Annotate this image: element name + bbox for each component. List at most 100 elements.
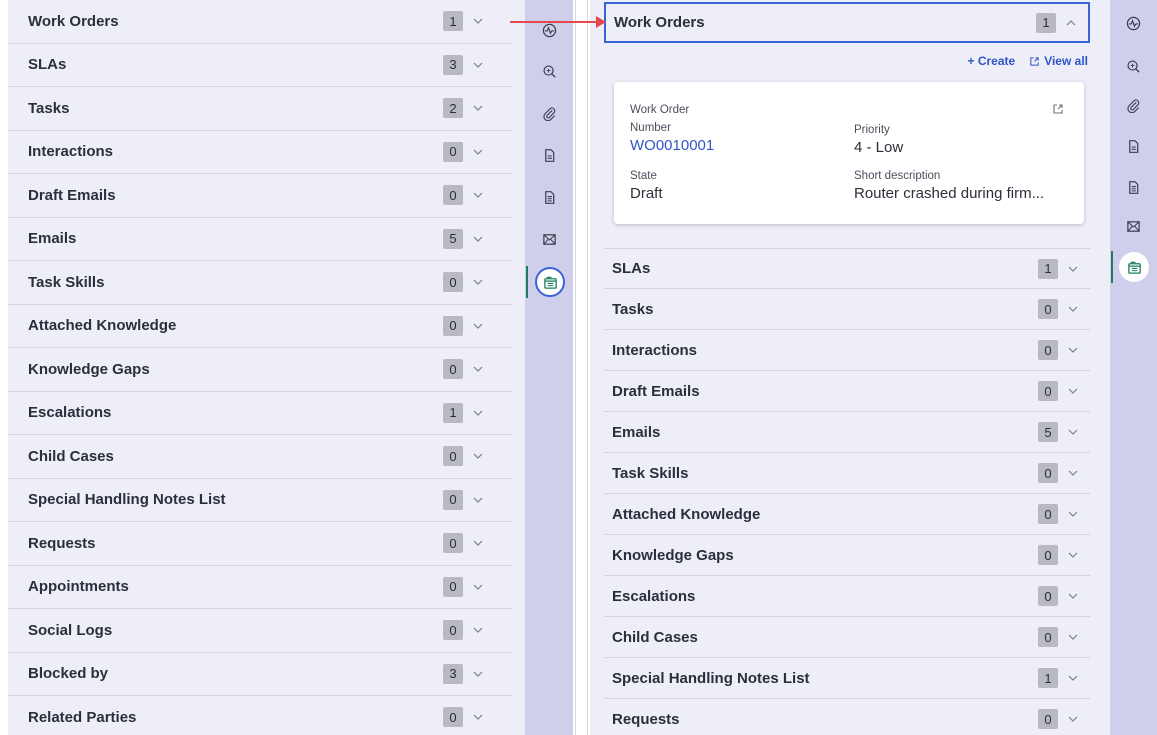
chevron-down-icon[interactable]: [1066, 262, 1080, 276]
list-item-label: Work Orders: [28, 12, 119, 30]
chevron-down-icon[interactable]: [471, 493, 485, 507]
chevron-down-icon[interactable]: [1066, 384, 1080, 398]
list-item-blocked-by[interactable]: Blocked by 3: [8, 653, 513, 696]
chevron-down-icon[interactable]: [471, 101, 485, 115]
count-badge: 0: [443, 576, 463, 597]
list-item-attached-knowledge[interactable]: Attached Knowledge 0: [8, 305, 513, 348]
records-icon[interactable]: [1119, 252, 1149, 282]
document-lines-icon[interactable]: [1124, 178, 1142, 196]
chevron-down-icon[interactable]: [1066, 712, 1080, 726]
chevron-down-icon[interactable]: [471, 362, 485, 376]
list-item-draft-emails[interactable]: Draft Emails 0: [8, 174, 513, 218]
chevron-down-icon[interactable]: [1066, 630, 1080, 644]
work-orders-actions: + Create View all: [967, 54, 1088, 68]
document-icon[interactable]: [540, 146, 558, 164]
chevron-down-icon[interactable]: [1066, 507, 1080, 521]
work-order-card[interactable]: Work Order Number WO0010001 Priority 4 -…: [614, 82, 1084, 224]
view-all-label: View all: [1044, 54, 1088, 68]
list-item-escalations[interactable]: Escalations 1: [8, 392, 513, 435]
list-item-requests[interactable]: Requests 0: [8, 522, 513, 566]
chevron-down-icon[interactable]: [471, 58, 485, 72]
list-item-task-skills[interactable]: Task Skills 0: [8, 261, 513, 305]
list-item-knowledge-gaps[interactable]: Knowledge Gaps 0: [8, 348, 513, 392]
right-contextual-sidebar: [1110, 0, 1157, 735]
list-item-interactions[interactable]: Interactions 0: [604, 330, 1090, 371]
chevron-down-icon[interactable]: [1066, 589, 1080, 603]
list-item-emails[interactable]: Emails 5: [8, 218, 513, 261]
left-related-list: Work Orders 1 SLAs 3 Tasks 2 Interactions 0 …: [8, 0, 525, 735]
list-item-attached-knowledge[interactable]: Attached Knowledge 0: [604, 494, 1090, 535]
external-link-icon[interactable]: [1052, 102, 1064, 114]
chevron-down-icon[interactable]: [1066, 671, 1080, 685]
records-icon[interactable]: [535, 267, 565, 297]
count-badge: 3: [443, 663, 463, 684]
chevron-down-icon[interactable]: [1066, 548, 1080, 562]
screenshot-stage: Work Orders 1 SLAs 3 Tasks 2 Interactions 0 …: [0, 0, 1157, 735]
view-all-link[interactable]: View all: [1029, 54, 1088, 68]
list-item-label: Child Cases: [28, 447, 114, 465]
chevron-down-icon[interactable]: [471, 319, 485, 333]
attachment-icon[interactable]: [1124, 96, 1142, 114]
list-item-related-parties[interactable]: Related Parties 0: [8, 696, 513, 735]
email-icon[interactable]: [540, 230, 558, 248]
list-item-special-handling-notes[interactable]: Special Handling Notes List 0: [8, 479, 513, 522]
active-indicator: [1111, 251, 1113, 283]
list-item-label: Requests: [28, 534, 96, 552]
list-item-task-skills[interactable]: Task Skills 0: [604, 453, 1090, 494]
chevron-down-icon[interactable]: [471, 14, 485, 28]
email-icon[interactable]: [1124, 217, 1142, 235]
list-item-emails[interactable]: Emails 5: [604, 412, 1090, 453]
chevron-down-icon[interactable]: [1066, 466, 1080, 480]
active-indicator: [526, 266, 528, 298]
chevron-down-icon[interactable]: [471, 536, 485, 550]
count-badge: 0: [443, 185, 463, 206]
chevron-up-icon[interactable]: [1064, 16, 1078, 30]
search-knowledge-icon[interactable]: [1124, 57, 1142, 75]
right-related-list: SLAs 1 Tasks 0 Interactions 0 Draft Emails 0…: [604, 248, 1090, 735]
chevron-down-icon[interactable]: [471, 145, 485, 159]
work-orders-expanded-header[interactable]: Work Orders 1: [604, 2, 1090, 43]
state-label: State: [630, 170, 657, 182]
list-item-slas[interactable]: SLAs 1: [604, 248, 1090, 289]
chevron-down-icon[interactable]: [1066, 343, 1080, 357]
count-badge: 0: [1038, 381, 1058, 401]
list-item-tasks[interactable]: Tasks 0: [604, 289, 1090, 330]
attachment-icon[interactable]: [540, 104, 558, 122]
count-badge: 1: [443, 402, 463, 423]
chevron-down-icon[interactable]: [471, 232, 485, 246]
chevron-down-icon[interactable]: [471, 580, 485, 594]
chevron-down-icon[interactable]: [1066, 302, 1080, 316]
list-item-requests[interactable]: Requests 0: [604, 699, 1090, 735]
activity-icon[interactable]: [1124, 14, 1142, 32]
list-item-label: Child Cases: [612, 628, 698, 646]
list-item-social-logs[interactable]: Social Logs 0: [8, 609, 513, 653]
list-item-knowledge-gaps[interactable]: Knowledge Gaps 0: [604, 535, 1090, 576]
number-link[interactable]: WO0010001: [630, 137, 714, 154]
document-icon[interactable]: [1124, 137, 1142, 155]
chevron-down-icon[interactable]: [471, 275, 485, 289]
count-badge: 0: [443, 707, 463, 728]
document-lines-icon[interactable]: [540, 188, 558, 206]
list-item-slas[interactable]: SLAs 3: [8, 44, 513, 87]
chevron-down-icon[interactable]: [471, 623, 485, 637]
chevron-down-icon[interactable]: [471, 406, 485, 420]
left-related-list-panel: Work Orders 1 SLAs 3 Tasks 2 Interactions 0 …: [8, 0, 525, 735]
list-item-special-handling-notes[interactable]: Special Handling Notes List 1: [604, 658, 1090, 699]
list-item-escalations[interactable]: Escalations 0: [604, 576, 1090, 617]
list-item-child-cases[interactable]: Child Cases 0: [8, 435, 513, 479]
search-knowledge-icon[interactable]: [540, 62, 558, 80]
list-item-label: Appointments: [28, 578, 129, 596]
chevron-down-icon[interactable]: [471, 710, 485, 724]
list-item-child-cases[interactable]: Child Cases 0: [604, 617, 1090, 658]
create-link[interactable]: + Create: [967, 54, 1015, 68]
chevron-down-icon[interactable]: [1066, 425, 1080, 439]
chevron-down-icon[interactable]: [471, 449, 485, 463]
chevron-down-icon[interactable]: [471, 667, 485, 681]
list-item-appointments[interactable]: Appointments 0: [8, 566, 513, 609]
chevron-down-icon[interactable]: [471, 188, 485, 202]
list-item-interactions[interactable]: Interactions 0: [8, 131, 513, 174]
list-item-label: Draft Emails: [28, 186, 116, 204]
list-item-tasks[interactable]: Tasks 2: [8, 87, 513, 131]
list-item-work-orders[interactable]: Work Orders 1: [8, 0, 513, 44]
list-item-draft-emails[interactable]: Draft Emails 0: [604, 371, 1090, 412]
